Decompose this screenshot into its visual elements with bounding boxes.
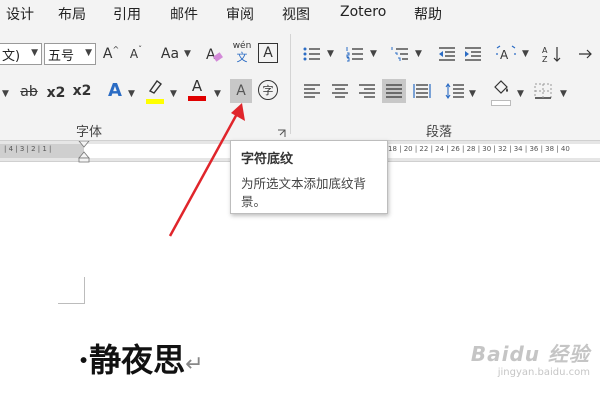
page-margin-corner (58, 303, 85, 304)
watermark: Baidu 经验 jingyan.baidu.com (471, 338, 590, 378)
paragraph-mark-icon: ↵ (185, 352, 204, 377)
document-title[interactable]: ·静夜思↵ (78, 340, 204, 385)
bullet-mark: · (78, 341, 90, 379)
watermark-url: jingyan.baidu.com (497, 367, 590, 378)
document-title-text: 静夜思 (89, 341, 186, 379)
page-margin-corner (84, 277, 85, 303)
watermark-logo: Baidu 经验 (470, 342, 590, 366)
